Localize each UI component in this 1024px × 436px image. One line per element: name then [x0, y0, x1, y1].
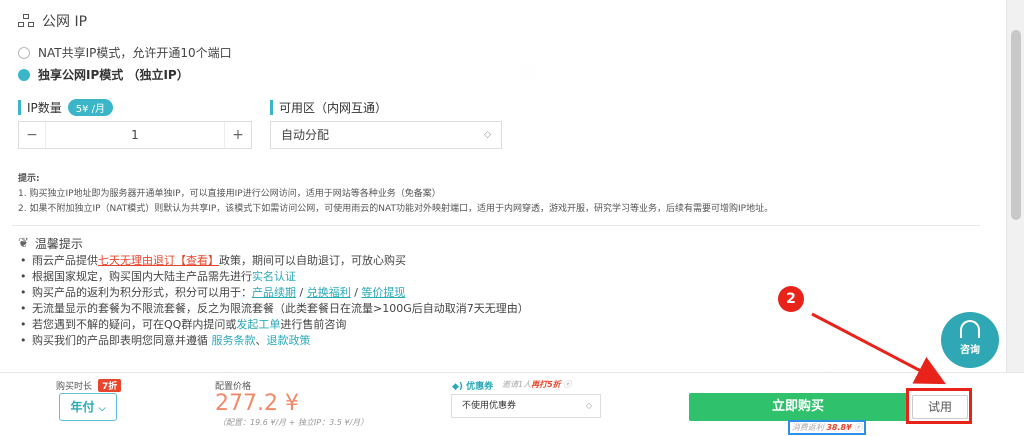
refund-policy-link[interactable]: 七天无理由退订【查看】 — [98, 254, 219, 267]
scroll-thumb[interactable] — [1011, 30, 1021, 220]
network-icon — [18, 14, 34, 28]
ticket-link[interactable]: 发起工单 — [236, 318, 280, 331]
section-header: 公网 IP — [18, 11, 87, 31]
duration-select[interactable]: 年付 ⌵ — [59, 393, 117, 421]
terms-link[interactable]: 服务条款 — [212, 334, 256, 347]
list-item: 雨云产品提供七天无理由退订【查看】政策，期间可以自助退订，可放心购买 — [20, 253, 529, 269]
real-name-link[interactable]: 实名认证 — [252, 270, 296, 283]
radio-label: 独享公网IP模式 （独立IP） — [38, 68, 189, 82]
list-item: 购买产品的返利为积分形式，积分可以用于：产品续期 / 兑换福利 / 等价提现 — [20, 285, 529, 301]
price-badge: 5¥ /月 — [67, 99, 114, 116]
total-price: 277.2 ¥ — [215, 391, 299, 416]
info-icon: ⓔ — [854, 423, 863, 432]
consult-button[interactable]: 咨询 — [941, 312, 999, 368]
radio-label: NAT共享IP模式，允许开通10个端口 — [38, 46, 232, 60]
highlight-box — [906, 388, 972, 424]
select-caret-icon: ◇ — [484, 130, 491, 140]
select-caret-icon: ◇ — [585, 401, 592, 410]
radio-circle-selected[interactable] — [18, 68, 30, 81]
step-badge: 2 — [778, 286, 804, 312]
price-detail: （配置：19.6 ¥/月 + 独立IP：3.5 ¥/月） — [218, 418, 369, 427]
radio-nat-mode[interactable]: NAT共享IP模式，允许开通10个端口 — [18, 44, 232, 61]
list-item: 若您遇到不解的疑问，可在QQ群内提问或发起工单进行售前咨询 — [20, 317, 529, 333]
discount-badge: 7折 — [98, 379, 122, 392]
buy-now-button[interactable]: 立即购买 — [689, 393, 907, 421]
checkout-bar: 购买时长 7折 年付 ⌵ 配置价格 277.2 ¥ （配置：19.6 ¥/月 +… — [0, 372, 1024, 436]
headset-icon — [960, 320, 980, 338]
lotus-icon: ❦ — [18, 236, 29, 251]
list-item: 购买我们的产品即表明您同意并遵循 服务条款、退款政策 — [20, 333, 529, 349]
renew-link[interactable]: 产品续期 — [252, 286, 296, 299]
scrollbar[interactable] — [1006, 0, 1024, 372]
coupon-select[interactable]: 不使用优惠券 ◇ — [451, 394, 601, 418]
withdraw-link[interactable]: 等价提现 — [361, 286, 405, 299]
zone-label: 可用区（内网互通） — [270, 99, 387, 116]
notice-header: ❦ 温馨提示 — [18, 236, 83, 251]
radio-dedicated-mode[interactable]: 独享公网IP模式 （独立IP） — [18, 66, 189, 83]
duration-label: 购买时长 7折 — [56, 379, 122, 392]
coupon-note: 邀请1人再打5折 ⓔ — [502, 380, 572, 389]
list-item: 根据国家规定，购买国内大陆主产品需先进行实名认证 — [20, 269, 529, 285]
notice-list: 雨云产品提供七天无理由退订【查看】政策，期间可以自助退订，可放心购买 根据国家规… — [20, 253, 529, 349]
ip-count-stepper[interactable]: − 1 + — [18, 121, 252, 149]
decrement-button[interactable]: − — [19, 127, 45, 143]
radio-circle[interactable] — [18, 46, 30, 59]
section-title: 公网 IP — [42, 14, 88, 30]
exchange-link[interactable]: 兑换福利 — [307, 286, 351, 299]
tips-block: 提示: 1. 购买独立IP地址即为服务器开通单独IP，可以直接用IP进行公网访问… — [18, 174, 774, 214]
increment-button[interactable]: + — [225, 127, 251, 143]
zone-select[interactable]: 自动分配 ◇ — [270, 121, 502, 149]
list-item: 无流量显示的套餐为不限流套餐，反之为限流套餐（此类套餐日在流量>100G后自动取… — [20, 301, 529, 317]
coupon-label: ◆) 优惠券 — [452, 382, 494, 392]
info-icon: ⓔ — [563, 380, 572, 389]
divider — [12, 225, 980, 226]
refund-terms-link[interactable]: 退款政策 — [267, 334, 311, 347]
chevron-down-icon: ⌵ — [98, 404, 106, 414]
config-panel: 公网 IP NAT共享IP模式，允许开通10个端口 独享公网IP模式 （独立IP… — [0, 0, 1006, 372]
ip-count-value[interactable]: 1 — [45, 122, 225, 148]
rebate-label: 消费返利 38.8¥ ⓔ — [788, 420, 866, 435]
ip-count-label: IP数量 5¥ /月 — [18, 99, 114, 116]
